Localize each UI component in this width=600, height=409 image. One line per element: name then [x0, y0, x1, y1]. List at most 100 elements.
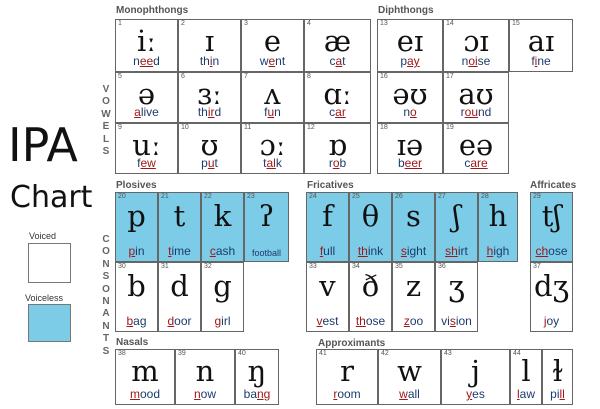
ipa-symbol: f — [322, 199, 333, 233]
legend-voiced-label: Voiced — [29, 231, 57, 241]
ipa-cell-22: 22 k cash — [201, 192, 244, 262]
example-word: put — [201, 156, 218, 170]
ipa-cell-44b: ɫ pill — [542, 349, 573, 405]
legend-voiced-swatch — [28, 243, 71, 283]
ipa-cell-6: 6 ɜː third — [178, 72, 241, 123]
example-word: shirt — [445, 244, 468, 258]
ipa-symbol: e — [263, 24, 282, 58]
ipa-symbol: iː — [136, 24, 157, 58]
ipa-cell-23: 23 ʔ football — [244, 192, 289, 262]
section-fricatives: Fricatives — [307, 180, 354, 191]
ipa-cell-11: 11 ɔː talk — [241, 123, 304, 174]
ipa-cell-20: 20 p pin — [115, 192, 158, 262]
example-word: door — [167, 314, 192, 328]
ipa-cell-37: 37 dʒ joy — [530, 262, 573, 332]
ipa-cell-24: 24 f full — [306, 192, 349, 262]
example-word: girl — [214, 314, 231, 328]
ipa-cell-34: 34 ð those — [349, 262, 392, 332]
example-word: yes — [466, 387, 485, 401]
section-approximants: Approximants — [318, 338, 386, 349]
ipa-symbol: ʔ — [258, 199, 275, 233]
ipa-symbol: w — [397, 354, 422, 388]
ipa-symbol: h — [488, 199, 508, 233]
example-word: room — [333, 387, 361, 401]
example-word: full — [319, 244, 336, 258]
example-word: bag — [126, 314, 147, 328]
example-word: vision — [441, 314, 472, 328]
ipa-symbol: θ — [361, 199, 380, 233]
example-word: mood — [129, 387, 161, 401]
example-word: alive — [134, 105, 159, 119]
ipa-symbol: s — [406, 199, 421, 233]
ipa-symbol: dʒ — [534, 269, 569, 303]
example-word: now — [193, 387, 217, 401]
section-affricates: Affricates — [530, 180, 577, 191]
example-word: football — [251, 248, 282, 258]
vowels-vertical-label: VOWELS — [101, 84, 111, 158]
ipa-symbol: k — [213, 199, 232, 233]
ipa-symbol: r — [340, 354, 354, 388]
ipa-symbol: ð — [361, 269, 380, 303]
ipa-cell-12: 12 ɒ rob — [304, 123, 371, 174]
ipa-symbol: ɫ — [551, 354, 564, 388]
ipa-symbol: d — [170, 269, 189, 303]
ipa-cell-44a: 44 l law — [510, 349, 542, 405]
example-word: those — [355, 314, 386, 328]
example-word: think — [357, 244, 384, 258]
ipa-cell-5: 5 ə alive — [115, 72, 178, 123]
example-word: need — [133, 54, 160, 68]
ipa-cell-3: 3 e went — [241, 19, 304, 72]
example-word: beer — [397, 156, 423, 170]
legend-voiceless-swatch — [28, 304, 71, 342]
ipa-cell-14: 14 ɔɪ noise — [443, 19, 509, 72]
ipa-cell-9: 9 uː few — [115, 123, 178, 174]
ipa-cell-1: 1 iː need — [115, 19, 178, 72]
ipa-cell-8: 8 ɑː car — [304, 72, 371, 123]
ipa-symbol: l — [521, 354, 531, 388]
ipa-symbol: aɪ — [527, 24, 555, 58]
ipa-cell-31: 31 d door — [158, 262, 201, 332]
example-word: wall — [399, 387, 420, 401]
ipa-cell-29: 29 tʃ chose — [530, 192, 573, 262]
ipa-cell-42: 42 w wall — [378, 349, 441, 405]
section-plosives: Plosives — [116, 180, 157, 191]
example-word: bang — [243, 387, 271, 401]
ipa-symbol: j — [471, 354, 480, 388]
ipa-symbol: æ — [323, 24, 352, 58]
example-word: went — [259, 54, 286, 68]
ipa-cell-28: 28 h high — [478, 192, 518, 262]
example-word: care — [464, 156, 488, 170]
ipa-cell-19: 19 eə care — [443, 123, 509, 174]
ipa-cell-18: 18 ɪə beer — [377, 123, 443, 174]
example-word: pill — [550, 387, 565, 401]
ipa-cell-25: 25 θ think — [349, 192, 392, 262]
ipa-cell-41: 41 r room — [316, 349, 378, 405]
ipa-symbol: n — [195, 354, 215, 388]
legend-voiceless-label: Voiceless — [25, 293, 64, 303]
example-word: fun — [264, 105, 281, 119]
ipa-symbol: z — [405, 269, 422, 303]
example-word: fine — [531, 54, 551, 68]
ipa-symbol: ʃ — [452, 199, 461, 233]
ipa-cell-10: 10 ʊ put — [178, 123, 241, 174]
ipa-cell-2: 2 ɪ thin — [178, 19, 241, 72]
ipa-cell-36: 36 ʒ vision — [435, 262, 478, 332]
ipa-symbol: tʃ — [541, 199, 562, 233]
example-word: no — [403, 105, 417, 119]
example-word: chose — [535, 244, 568, 258]
ipa-cell-21: 21 t time — [158, 192, 201, 262]
example-word: cash — [209, 244, 236, 258]
section-monophthongs: Monophthongs — [116, 5, 189, 16]
example-word: sight — [400, 244, 427, 258]
ipa-cell-33: 33 v vest — [306, 262, 349, 332]
ipa-cell-16: 16 əʊ no — [377, 72, 443, 123]
ipa-symbol: t — [173, 199, 186, 233]
ipa-cell-7: 7 ʌ fun — [241, 72, 304, 123]
example-word: cat — [329, 54, 346, 68]
ipa-cell-38: 38 m mood — [115, 349, 175, 405]
chart-title: IPA — [8, 118, 78, 172]
ipa-cell-32: 32 g girl — [201, 262, 244, 332]
consonants-vertical-label: CONSONANTS — [102, 234, 110, 357]
ipa-cell-39: 39 n now — [175, 349, 235, 405]
ipa-symbol: g — [213, 269, 232, 303]
